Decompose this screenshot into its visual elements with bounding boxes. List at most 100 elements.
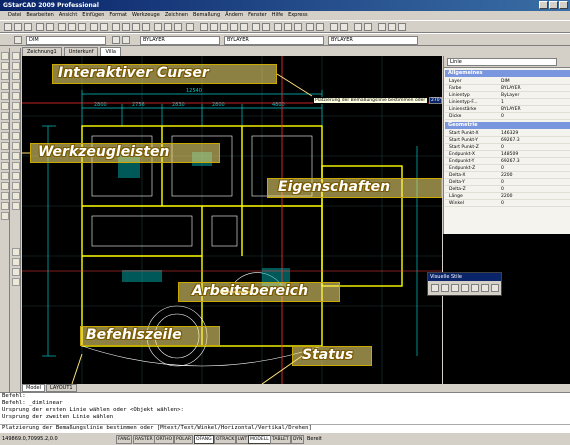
zoom-previous-icon[interactable] <box>142 23 150 31</box>
hatch-tool-icon[interactable] <box>1 182 9 190</box>
explode-tool-icon[interactable] <box>12 202 20 210</box>
table-style-icon[interactable] <box>364 23 372 31</box>
prop-row[interactable]: Winkel 0 <box>445 200 570 207</box>
help-icon[interactable] <box>186 23 194 31</box>
cloud-tool-icon[interactable] <box>1 122 9 130</box>
paste-icon[interactable] <box>78 23 86 31</box>
realistic-icon[interactable] <box>461 284 469 292</box>
status-fang-button[interactable]: FANG <box>116 435 133 444</box>
menu-item-format[interactable]: Format <box>109 11 127 20</box>
print-preview-icon[interactable] <box>46 23 54 31</box>
status-polar-button[interactable]: POLAR <box>174 435 194 444</box>
redo-icon[interactable] <box>100 23 108 31</box>
cursor-angle-input[interactable]: 270° <box>429 97 442 104</box>
tab-layout1[interactable]: LAYOUT1 <box>46 384 77 392</box>
status-ofang-button[interactable]: OFANG <box>194 435 214 444</box>
design-center-icon[interactable] <box>164 23 172 31</box>
insert-block-tool-icon[interactable] <box>1 152 9 160</box>
menu-item-bemassung[interactable]: Bemaßung <box>193 11 220 20</box>
polyline-tool-icon[interactable] <box>1 72 9 80</box>
zoom-window-icon[interactable] <box>132 23 140 31</box>
object-type-select[interactable]: Linie <box>447 58 557 66</box>
layer-previous-icon[interactable] <box>340 23 348 31</box>
center-mark-icon[interactable] <box>294 23 302 31</box>
section-geometry[interactable]: Geometrie <box>445 122 570 129</box>
arc-tool-icon[interactable] <box>1 102 9 110</box>
dim-style-icon[interactable] <box>316 23 324 31</box>
dim-aligned-icon[interactable] <box>210 23 218 31</box>
status-ortho-button[interactable]: ORTHO <box>154 435 175 444</box>
region-tool-icon[interactable] <box>1 192 9 200</box>
open-file-icon[interactable] <box>14 23 22 31</box>
save-icon[interactable] <box>24 23 32 31</box>
drawing-canvas-right[interactable] <box>443 234 570 384</box>
prop-row[interactable]: Dicke 0 <box>445 113 570 120</box>
menu-item-fenster[interactable]: Fenster <box>248 11 267 20</box>
conceptual-icon[interactable] <box>471 284 479 292</box>
tab-model[interactable]: Model <box>22 384 46 392</box>
menu-item-zeichnen[interactable]: Zeichnen <box>165 11 188 20</box>
print-icon[interactable] <box>36 23 44 31</box>
dim-linear-icon[interactable] <box>200 23 208 31</box>
line-tool-icon[interactable] <box>1 52 9 60</box>
menu-item-bearbeiten[interactable]: Bearbeiten <box>26 11 53 20</box>
insert-block-icon[interactable] <box>398 23 406 31</box>
tolerance-icon[interactable] <box>284 23 292 31</box>
wireframe-3d-icon[interactable] <box>441 284 449 292</box>
linetype-combo[interactable]: BYLAYER <box>224 36 324 45</box>
table-tool-icon[interactable] <box>1 202 9 210</box>
break-tool-icon[interactable] <box>12 162 20 170</box>
status-modell-button[interactable]: MODELL <box>248 435 271 444</box>
status-tablet-button[interactable]: TABLET <box>270 435 291 444</box>
maximize-button[interactable] <box>549 1 558 9</box>
dim-diameter-icon[interactable] <box>230 23 238 31</box>
hidden-icon[interactable] <box>451 284 459 292</box>
hatch-icon[interactable] <box>378 23 386 31</box>
tab-villa[interactable]: Villa <box>100 47 121 56</box>
polygon-tool-icon[interactable] <box>1 82 9 90</box>
mirror-tool-icon[interactable] <box>12 72 20 80</box>
layer-freeze-icon[interactable] <box>122 36 130 44</box>
prop-row[interactable]: Linientyp ByLayer <box>445 92 570 99</box>
make-current-icon[interactable] <box>112 36 120 44</box>
flat-shaded-icon[interactable] <box>481 284 489 292</box>
prop-row[interactable]: Start Punkt-Z 0 <box>445 144 570 151</box>
tool-palette-icon[interactable] <box>174 23 182 31</box>
xline-tool-icon[interactable] <box>1 62 9 70</box>
spline-tool-icon[interactable] <box>1 132 9 140</box>
layer-state-icon[interactable] <box>14 36 22 44</box>
layer-combo[interactable]: DIM <box>26 36 106 45</box>
array-tool-icon[interactable] <box>12 92 20 100</box>
copy-tool-icon[interactable] <box>12 62 20 70</box>
close-button[interactable] <box>559 1 568 9</box>
point-tool-icon[interactable] <box>1 172 9 180</box>
pan-icon[interactable] <box>112 23 120 31</box>
drawing-canvas[interactable]: 12540 2800 2756 2830 2800 4800 Interakti… <box>22 56 442 384</box>
tab-unterkunf[interactable]: Unterkunf <box>63 47 99 56</box>
tab-zeichnung1[interactable]: Zeichnung1 <box>22 47 62 56</box>
dim-radius-icon[interactable] <box>220 23 228 31</box>
circle-tool-icon[interactable] <box>1 112 9 120</box>
leader-icon[interactable] <box>274 23 282 31</box>
new-file-icon[interactable] <box>4 23 12 31</box>
status-otrack-button[interactable]: OTRACK <box>214 435 237 444</box>
command-input[interactable]: Platzierung der Bemaßungslinie bestimmen… <box>0 424 570 432</box>
trim-tool-icon[interactable] <box>12 142 20 150</box>
prop-row[interactable]: Layer DIM <box>445 78 570 85</box>
rectangle-tool-icon[interactable] <box>1 92 9 100</box>
dim-angular-icon[interactable] <box>240 23 248 31</box>
snap-endpoint-icon[interactable] <box>12 248 20 256</box>
wireframe-2d-icon[interactable] <box>431 284 439 292</box>
menu-item-werkzeuge[interactable]: Werkzeuge <box>132 11 160 20</box>
status-raster-button[interactable]: RASTER <box>133 435 155 444</box>
dim-continue-icon[interactable] <box>262 23 270 31</box>
fillet-tool-icon[interactable] <box>12 192 20 200</box>
prop-row[interactable]: Delta-Z 0 <box>445 186 570 193</box>
menu-item-hilfe[interactable]: Hilfe <box>272 11 283 20</box>
prop-row[interactable]: Endpunkt-Y 69267.3 <box>445 158 570 165</box>
menu-item-datei[interactable]: Datei <box>8 11 21 20</box>
menu-item-express[interactable]: Express <box>288 11 308 20</box>
dim-edit-icon[interactable] <box>306 23 314 31</box>
prop-row[interactable]: Länge 2200 <box>445 193 570 200</box>
gouraud-icon[interactable] <box>491 284 499 292</box>
